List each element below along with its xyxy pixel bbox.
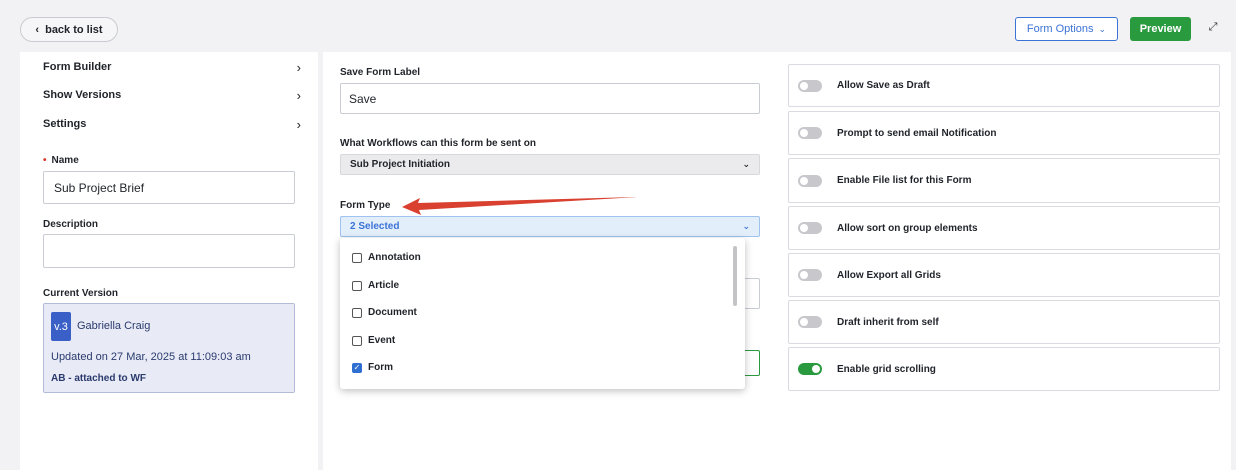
required-indicator: • [43, 155, 47, 166]
version-badge: v.3 [51, 312, 71, 341]
option-label: Form [368, 362, 393, 373]
preview-button[interactable]: Preview [1130, 17, 1191, 41]
chevron-left-icon: ‹ [35, 23, 40, 36]
option-label: Annotation [368, 252, 421, 263]
expand-icon[interactable]: ⤢ [1206, 20, 1220, 34]
chevron-down-icon: ⌄ [742, 221, 750, 231]
version-user: Gabriella Craig [77, 320, 151, 332]
back-to-list-button[interactable]: ‹ back to list [20, 17, 118, 42]
toggle-label: Allow sort on group elements [837, 222, 978, 234]
toggle-switch[interactable] [798, 79, 822, 92]
current-version-card: v.3 Gabriella Craig Updated on 27 Mar, 2… [43, 303, 295, 393]
workflows-title: What Workflows can this form be sent on [340, 138, 536, 149]
nav-show-versions-label: Show Versions [43, 89, 122, 101]
chevron-right-icon: › [296, 59, 301, 75]
save-form-label-title: Save Form Label [340, 67, 421, 78]
checkbox-icon[interactable] [352, 252, 362, 263]
toggle-label: Enable grid scrolling [837, 363, 936, 375]
toggle-sort-group: Allow sort on group elements [788, 206, 1220, 250]
annotation-arrow-icon [402, 197, 638, 215]
toggle-file-list: Enable File list for this Form [788, 158, 1220, 203]
toggle-switch[interactable] [798, 363, 822, 375]
name-label: • Name [43, 155, 79, 166]
toggle-switch[interactable] [798, 316, 822, 328]
nav-settings[interactable]: Settings › [43, 115, 301, 133]
form-type-select-value: 2 Selected [350, 221, 400, 232]
current-version-label: Current Version [43, 288, 119, 299]
toggle-switch[interactable] [798, 127, 822, 139]
toggle-draft-inherit: Draft inherit from self [788, 300, 1220, 344]
back-to-list-label: back to list [45, 23, 103, 36]
nav-form-builder-label: Form Builder [43, 61, 112, 73]
option-document[interactable]: Document [352, 307, 417, 318]
option-event[interactable]: Event [352, 335, 395, 346]
toggle-allow-save-draft: Allow Save as Draft [788, 64, 1220, 107]
workflows-select[interactable]: Sub Project Initiation ⌄ [340, 154, 760, 175]
chevron-down-icon: ⌄ [1098, 23, 1107, 34]
save-form-label-input[interactable]: Save [340, 83, 760, 114]
toggle-export-grids: Allow Export all Grids [788, 253, 1220, 297]
toggle-grid-scrolling: Enable grid scrolling [788, 347, 1220, 391]
description-label: Description [43, 219, 99, 230]
chevron-right-icon: › [296, 87, 301, 103]
toggle-switch[interactable] [798, 269, 822, 281]
description-field[interactable] [43, 234, 295, 268]
checkbox-icon[interactable] [352, 280, 362, 291]
option-label: Document [368, 307, 417, 318]
toggle-switch[interactable] [798, 174, 822, 187]
checkbox-checked-icon[interactable]: ✓ [352, 362, 362, 373]
form-options-button[interactable]: Form Options ⌄ [1015, 17, 1118, 41]
chevron-right-icon: › [296, 116, 301, 132]
left-sidebar: Form Builder › Show Versions › Settings … [20, 52, 318, 470]
toggle-label: Allow Export all Grids [837, 269, 941, 281]
version-attached: AB - attached to WF [51, 373, 146, 384]
option-form[interactable]: ✓ Form [352, 362, 393, 373]
option-article[interactable]: Article [352, 280, 399, 291]
form-type-title: Form Type [340, 200, 391, 211]
chevron-down-icon: ⌄ [742, 159, 750, 169]
form-type-dropdown: Annotation Article Document Event ✓ Form [340, 238, 745, 389]
nav-settings-label: Settings [43, 118, 87, 130]
toggle-switch[interactable] [798, 222, 822, 234]
version-updated: Updated on 27 Mar, 2025 at 11:09:03 am [51, 351, 251, 363]
option-label: Article [368, 280, 400, 291]
form-type-select[interactable]: 2 Selected ⌄ [340, 216, 760, 237]
toggle-label: Prompt to send email Notification [837, 127, 997, 139]
checkbox-icon[interactable] [352, 335, 362, 346]
form-options-label: Form Options [1026, 23, 1094, 35]
option-label: Event [368, 335, 396, 346]
toggle-label: Enable File list for this Form [837, 175, 972, 186]
checkbox-icon[interactable] [352, 307, 362, 318]
nav-form-builder[interactable]: Form Builder › [43, 58, 301, 76]
toggle-label: Allow Save as Draft [837, 80, 930, 91]
option-annotation[interactable]: Annotation [352, 252, 421, 263]
toggle-prompt-email: Prompt to send email Notification [788, 111, 1220, 155]
name-field[interactable]: Sub Project Brief [43, 171, 295, 204]
dropdown-scrollbar[interactable] [733, 246, 737, 306]
nav-show-versions[interactable]: Show Versions › [43, 86, 301, 104]
workflows-select-value: Sub Project Initiation [350, 159, 451, 170]
toggle-label: Draft inherit from self [837, 316, 939, 328]
